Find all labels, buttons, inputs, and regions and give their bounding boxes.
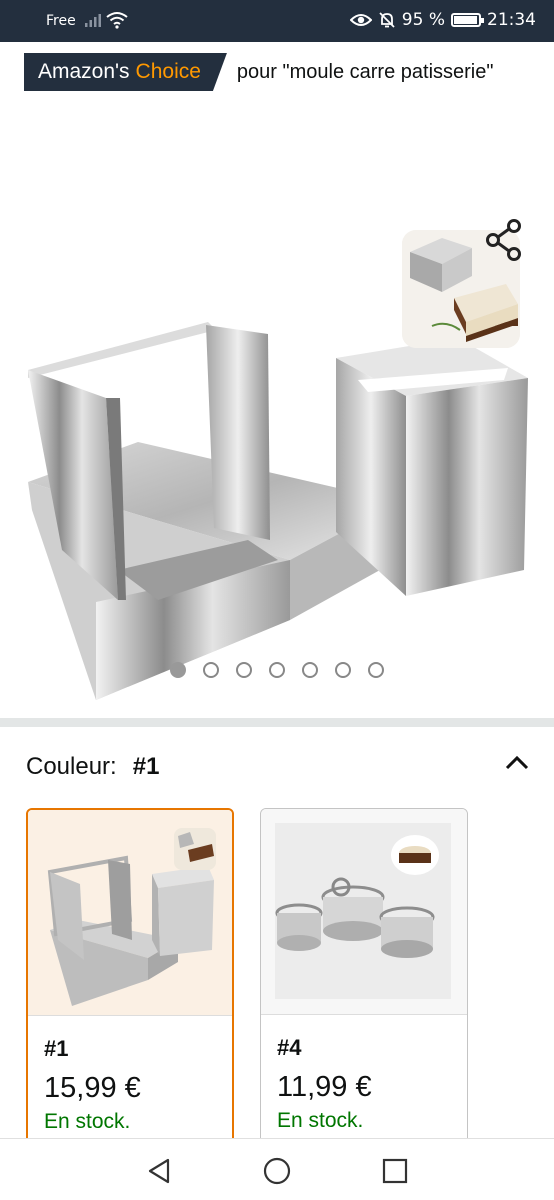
variation-image [28, 810, 232, 1016]
variation-name: #4 [277, 1035, 302, 1060]
variation-image [261, 809, 467, 1015]
variation-card-4[interactable]: #4 11,99 € En stock. [260, 808, 468, 1148]
amazons-choice-banner: Amazon's Choice pour "moule carre patiss… [24, 53, 493, 91]
variation-options: #1 15,99 € En stock. #4 11,99 € En stock… [26, 808, 554, 1148]
eye-icon [349, 14, 372, 26]
status-bar: Free 95 % 21:34 [0, 0, 554, 42]
recents-icon[interactable] [380, 1156, 410, 1186]
chevron-up-icon[interactable] [504, 750, 530, 776]
pagination-dot[interactable] [335, 662, 351, 678]
variation-stock: En stock. [277, 1109, 364, 1132]
pagination-dot[interactable] [302, 662, 318, 678]
image-pagination-dots[interactable] [0, 662, 554, 678]
home-icon[interactable] [262, 1156, 292, 1186]
clock: 21:34 [487, 10, 536, 30]
signal-icon [85, 14, 101, 27]
color-variation-header[interactable]: Couleur: #1 [26, 750, 536, 784]
variation-stock: En stock. [44, 1110, 131, 1133]
round-mold-image [275, 823, 451, 999]
battery-percent: 95 % [401, 10, 445, 30]
variation-price: 11,99 € [277, 1071, 372, 1103]
bell-off-icon [379, 12, 395, 28]
variation-label: Couleur: [26, 753, 117, 780]
badge-brand: Amazon's [38, 60, 130, 83]
section-divider [0, 718, 554, 727]
variation-value: #1 [132, 753, 160, 780]
battery-icon [451, 13, 484, 27]
variation-card-1[interactable]: #1 15,99 € En stock. [26, 808, 234, 1148]
pagination-dot[interactable] [269, 662, 285, 678]
badge-accent: Choice [135, 60, 201, 83]
choice-query: pour "moule carre patisserie" [236, 60, 494, 83]
back-icon[interactable] [144, 1156, 174, 1186]
pagination-dot[interactable] [170, 662, 186, 678]
pagination-dot[interactable] [203, 662, 219, 678]
battery-fill [454, 16, 477, 24]
pagination-dot[interactable] [368, 662, 384, 678]
product-image-gallery[interactable] [0, 100, 554, 710]
carrier-label: Free [46, 13, 76, 29]
square-mold-image [47, 828, 216, 1006]
amazons-choice-badge: Amazon's Choice [24, 53, 227, 91]
share-icon[interactable] [484, 218, 526, 262]
pagination-dot[interactable] [236, 662, 252, 678]
variation-name: #1 [44, 1036, 69, 1061]
variation-price: 15,99 € [44, 1072, 141, 1104]
system-navigation-bar [0, 1138, 554, 1200]
wifi-icon [106, 12, 128, 29]
